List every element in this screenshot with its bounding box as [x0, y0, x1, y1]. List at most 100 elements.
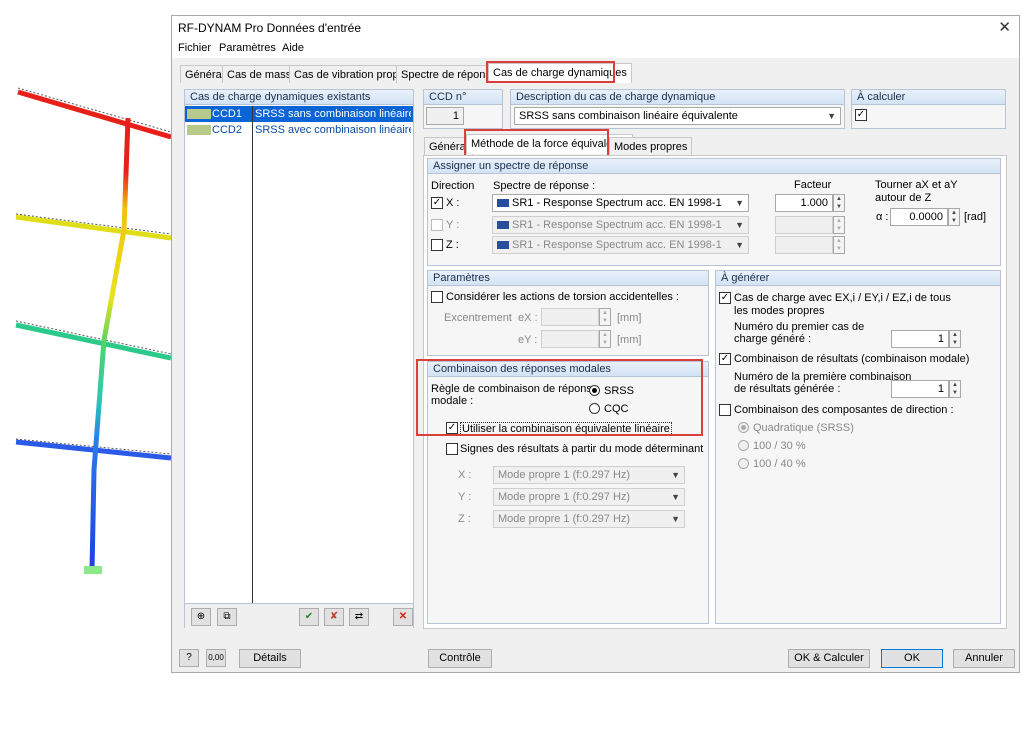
- menu-parametres[interactable]: Paramètres: [219, 42, 276, 54]
- spectre-body: Direction Spectre de réponse : Facteur T…: [427, 174, 1001, 266]
- alpha-label: α :: [876, 211, 889, 223]
- cc-checkbox[interactable]: ✓: [719, 292, 731, 304]
- dir-x-checkbox[interactable]: ✓: [431, 197, 443, 209]
- cc-label: Cas de charge avec EX,i / EY,i / EZ,i de…: [734, 292, 951, 304]
- column-divider: [252, 106, 253, 603]
- check-all-icon[interactable]: ✔: [299, 608, 319, 626]
- dir-comb-label: Combinaison des composantes de direction…: [734, 404, 954, 416]
- ey-spinner[interactable]: ▲ ▼: [599, 330, 611, 348]
- description-body: SRSS sans combinaison linéaire équivalen…: [510, 105, 845, 129]
- new-case-icon[interactable]: ⊕: [191, 608, 211, 626]
- dir-z-checkbox[interactable]: [431, 239, 443, 251]
- first-case-input[interactable]: 1: [891, 330, 949, 348]
- help-icon[interactable]: ?: [179, 649, 199, 667]
- swap-icon[interactable]: ⇄: [349, 608, 369, 626]
- calc-title: À calculer: [851, 89, 1006, 105]
- r100-40-radio[interactable]: [738, 458, 749, 469]
- chevron-down-icon: ▼: [671, 470, 680, 480]
- chevron-down-icon: ▼: [735, 220, 744, 230]
- ex-spinner[interactable]: ▲ ▼: [599, 308, 611, 326]
- highlight-tab: [486, 61, 615, 83]
- factor-z-spinner[interactable]: ▲ ▼: [833, 236, 845, 254]
- mode-x-value: Mode propre 1 (f:0.297 Hz): [498, 469, 631, 481]
- r100-30-radio[interactable]: [738, 440, 749, 451]
- menu-aide[interactable]: Aide: [282, 42, 304, 54]
- alpha-spinner[interactable]: ▲ ▼: [948, 208, 960, 226]
- mode-x-select[interactable]: Mode propre 1 (f:0.297 Hz) ▼: [493, 466, 685, 484]
- existing-cases-panel: Cas de charge dynamiques existants CCD1 …: [184, 89, 414, 628]
- description-select[interactable]: SRSS sans combinaison linéaire équivalen…: [514, 107, 841, 125]
- case-color-swatch: [187, 125, 211, 135]
- parametres-body: Considérer les actions de torsion accide…: [427, 286, 709, 356]
- number-format-icon[interactable]: 0,00: [206, 649, 226, 667]
- list-toolbar: ⊕ ⧉ ✔ ✘ ⇄ ✕: [185, 603, 413, 628]
- delete-icon[interactable]: ✕: [393, 608, 413, 626]
- excentrement-label: Excentrement: [444, 312, 512, 324]
- parametres-title: Paramètres: [427, 270, 709, 286]
- factor-y-input[interactable]: [775, 216, 833, 234]
- list-item[interactable]: CCD2 SRSS avec combinaison linéaire équi…: [185, 122, 413, 138]
- mode-z-select[interactable]: Mode propre 1 (f:0.297 Hz) ▼: [493, 510, 685, 528]
- spectre-x-select[interactable]: SR1 - Response Spectrum acc. EN 1998-1 ▼: [492, 194, 749, 212]
- ex-input[interactable]: [541, 308, 599, 326]
- spectre-title: Assigner un spectre de réponse: [427, 158, 1001, 174]
- r100-30-label: 100 / 30 %: [753, 440, 806, 452]
- ey-input[interactable]: [541, 330, 599, 348]
- case-desc: SRSS sans combinaison linéaire équiva: [255, 108, 411, 120]
- first-case-spinner[interactable]: ▲ ▼: [949, 330, 961, 348]
- copy-case-icon[interactable]: ⧉: [217, 608, 237, 626]
- ccd-body: 1: [423, 105, 503, 129]
- dir-y-checkbox[interactable]: [431, 219, 443, 231]
- tab-cas-vibration[interactable]: Cas de vibration propre: [289, 65, 414, 83]
- factor-x-spinner[interactable]: ▲ ▼: [833, 194, 845, 212]
- spectre-y-value: SR1 - Response Spectrum acc. EN 1998-1: [512, 219, 722, 231]
- spectre-y-select[interactable]: SR1 - Response Spectrum acc. EN 1998-1 ▼: [492, 216, 749, 234]
- cc-label-2: les modes propres: [734, 305, 825, 317]
- menu-fichier[interactable]: Fichier: [178, 42, 211, 54]
- calc-checkbox[interactable]: ✓: [855, 109, 867, 121]
- quad-radio[interactable]: [738, 422, 749, 433]
- res-first-spinner[interactable]: ▲ ▼: [949, 380, 961, 398]
- factor-x-input[interactable]: 1.000: [775, 194, 833, 212]
- close-icon[interactable]: ✕: [998, 18, 1011, 36]
- title-bar: RF-DYNAM Pro Données d'entrée ✕: [172, 16, 1019, 40]
- mode-y-select[interactable]: Mode propre 1 (f:0.297 Hz) ▼: [493, 488, 685, 506]
- signs-label: Signes des résultats à partir du mode dé…: [460, 443, 704, 455]
- mode-z-value: Mode propre 1 (f:0.297 Hz): [498, 513, 631, 525]
- chevron-down-icon: ▼: [735, 240, 744, 250]
- ex-label: eX :: [518, 312, 538, 324]
- eu-flag-icon: [497, 221, 509, 230]
- subtab-modes-propres[interactable]: Modes propres: [609, 137, 693, 155]
- calc-body: ✓: [851, 105, 1006, 129]
- rotate-label-2: autour de Z: [875, 192, 932, 204]
- res-first-input[interactable]: 1: [891, 380, 949, 398]
- direction-label: Direction: [431, 180, 475, 192]
- ok-button[interactable]: OK: [881, 649, 943, 668]
- alpha-input[interactable]: 0.0000: [890, 208, 948, 226]
- annuler-button[interactable]: Annuler: [953, 649, 1015, 668]
- list-item[interactable]: CCD1 SRSS sans combinaison linéaire équi…: [185, 106, 413, 122]
- first-case-label: Numéro du premier cas de: [734, 321, 865, 333]
- res-comb-checkbox[interactable]: ✓: [719, 353, 731, 365]
- alpha-unit: [rad]: [964, 211, 987, 223]
- factor-y-spinner[interactable]: ▲ ▼: [833, 216, 845, 234]
- res-comb-label: Combinaison de résultats (combinaison mo…: [734, 353, 970, 365]
- factor-z-input[interactable]: [775, 236, 833, 254]
- case-color-swatch: [187, 109, 211, 119]
- dir-comb-checkbox[interactable]: [719, 404, 731, 416]
- generer-title: À générer: [715, 270, 1001, 286]
- spectre-z-select[interactable]: SR1 - Response Spectrum acc. EN 1998-1 ▼: [492, 236, 749, 254]
- rotate-label: Tourner aX et aY: [875, 179, 958, 191]
- highlight-subtab: [464, 129, 609, 157]
- uncheck-all-icon[interactable]: ✘: [324, 608, 344, 626]
- controle-button[interactable]: Contrôle: [428, 649, 492, 668]
- structure-model-view: [15, 87, 171, 574]
- window-title: RF-DYNAM Pro Données d'entrée: [178, 21, 362, 35]
- signs-checkbox[interactable]: [446, 443, 458, 455]
- case-id: CCD1: [212, 108, 242, 120]
- ok-calculer-button[interactable]: OK & Calculer: [788, 649, 870, 668]
- ey-unit: [mm]: [617, 334, 642, 346]
- chevron-down-icon: ▼: [827, 111, 836, 121]
- details-button[interactable]: Détails: [239, 649, 301, 668]
- torsion-checkbox[interactable]: [431, 291, 443, 303]
